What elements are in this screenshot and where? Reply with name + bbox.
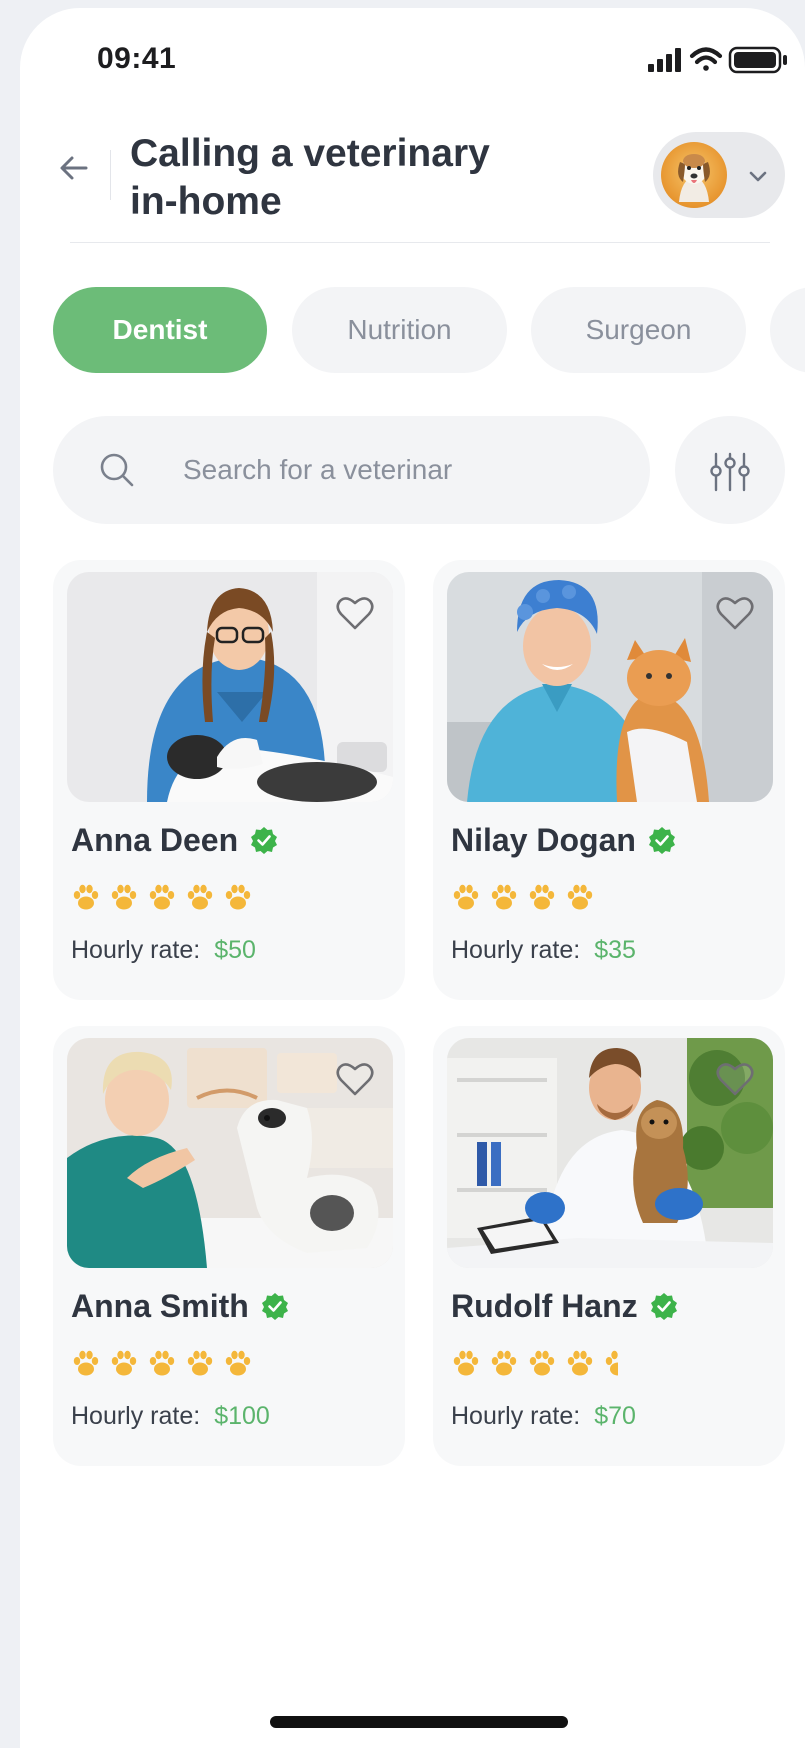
vet-photo: [67, 1038, 393, 1268]
paw-rating-icon: [491, 1350, 517, 1376]
page-title-line1: Calling a veterinary: [130, 132, 490, 175]
vet-photo: [447, 1038, 773, 1268]
vet-card[interactable]: Nilay Dogan Hourly rate: $35: [433, 560, 785, 1000]
vet-name-text: Nilay Dogan: [451, 822, 636, 858]
paw-rating-icon: [149, 884, 175, 910]
vet-name: Anna Deen: [71, 822, 278, 859]
phone-screen: 09:41 Calling a veterinary in-home Denti…: [20, 8, 805, 1748]
vet-name: Rudolf Hanz: [451, 1288, 678, 1325]
wifi-icon: [689, 47, 723, 71]
paw-rating-icon: [73, 1350, 99, 1376]
page-title: Calling a veterinary in-home: [130, 130, 570, 226]
favorite-heart-icon[interactable]: [335, 594, 375, 632]
filter-button[interactable]: [675, 416, 785, 524]
hourly-rate-price: $50: [214, 936, 256, 964]
hourly-rate: Hourly rate: $100: [71, 1402, 270, 1431]
search-icon: [100, 453, 134, 487]
paw-rating-icon: [453, 884, 479, 910]
vet-photo: [67, 572, 393, 802]
paw-rating: [451, 1348, 633, 1378]
signal-icon: [648, 48, 681, 72]
hourly-rate: Hourly rate: $70: [451, 1402, 636, 1431]
hourly-rate: Hourly rate: $35: [451, 936, 636, 965]
paw-rating-icon: [567, 884, 593, 910]
paw-rating-icon: [529, 1350, 555, 1376]
paw-rating-icon: [605, 1350, 618, 1376]
paw-rating-icon: [111, 1350, 137, 1376]
battery-icon: [728, 46, 787, 74]
hourly-rate-label: Hourly rate:: [451, 936, 581, 964]
hourly-rate-label: Hourly rate:: [71, 1402, 201, 1430]
status-icons: [648, 44, 792, 81]
vet-name: Anna Smith: [71, 1288, 289, 1325]
filter-sliders-icon: [710, 452, 750, 492]
favorite-heart-icon[interactable]: [715, 1060, 755, 1098]
header-divider: [110, 150, 111, 200]
hourly-rate-price: $35: [594, 936, 636, 964]
verified-badge-icon: [261, 1292, 288, 1320]
home-indicator: [270, 1716, 568, 1728]
back-button[interactable]: [56, 150, 92, 186]
vet-card[interactable]: Rudolf Hanz Hourly rate: $70: [433, 1026, 785, 1466]
verified-badge-icon: [251, 826, 278, 854]
hourly-rate-label: Hourly rate:: [71, 936, 201, 964]
hourly-rate: Hourly rate: $50: [71, 936, 256, 965]
status-time: 09:41: [97, 42, 177, 75]
paw-rating-icon: [453, 1350, 479, 1376]
vet-card[interactable]: Anna Smith Hourly rate: $100: [53, 1026, 405, 1466]
paw-rating: [451, 882, 595, 912]
paw-rating-icon: [529, 884, 555, 910]
header-separator: [70, 242, 770, 243]
back-arrow-icon: [60, 156, 88, 180]
category-chip-nutrition[interactable]: Nutrition: [292, 287, 507, 373]
vet-card[interactable]: Anna Deen Hourly rate: $50: [53, 560, 405, 1000]
paw-rating-icon: [225, 1350, 251, 1376]
verified-badge-icon: [650, 1292, 677, 1320]
chevron-down-icon: [749, 171, 767, 182]
vet-photo: [447, 572, 773, 802]
verified-badge-icon: [648, 826, 675, 854]
vet-name-text: Anna Deen: [71, 822, 239, 858]
category-chip-surgeon[interactable]: Surgeon: [531, 287, 746, 373]
hourly-rate-price: $70: [594, 1402, 636, 1430]
paw-rating-icon: [149, 1350, 175, 1376]
vet-name: Nilay Dogan: [451, 822, 676, 859]
search-input[interactable]: [181, 446, 625, 494]
paw-rating-icon: [111, 884, 137, 910]
hourly-rate-label: Hourly rate:: [451, 1402, 581, 1430]
favorite-heart-icon[interactable]: [335, 1060, 375, 1098]
paw-rating-icon: [187, 1350, 213, 1376]
paw-rating-icon: [73, 884, 99, 910]
paw-rating-icon: [491, 884, 517, 910]
category-chip-dentist[interactable]: Dentist: [53, 287, 267, 373]
paw-rating: [71, 882, 253, 912]
favorite-heart-icon[interactable]: [715, 594, 755, 632]
vet-name-text: Rudolf Hanz: [451, 1288, 638, 1324]
paw-rating: [71, 1348, 253, 1378]
paw-rating-icon: [567, 1350, 593, 1376]
paw-rating-icon: [187, 884, 213, 910]
pet-avatar: [661, 142, 727, 208]
category-chip-partial[interactable]: [770, 287, 805, 373]
profile-switcher[interactable]: [653, 132, 785, 218]
hourly-rate-price: $100: [214, 1402, 270, 1430]
vet-name-text: Anna Smith: [71, 1288, 249, 1324]
page-title-line2: in-home: [130, 180, 282, 223]
paw-rating-icon: [225, 884, 251, 910]
search-bar[interactable]: [53, 416, 650, 524]
